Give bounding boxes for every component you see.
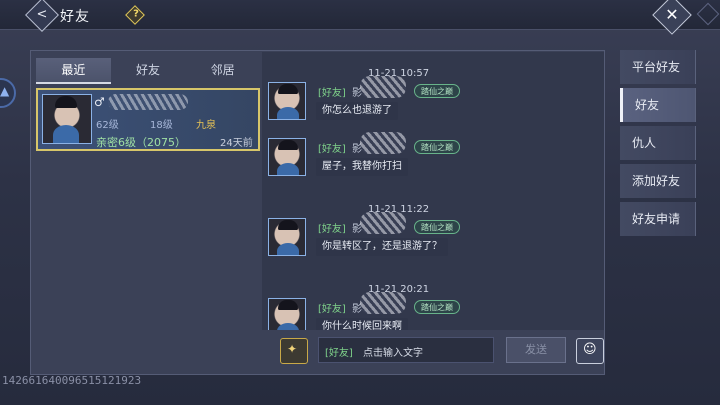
emoji-icon: ☺	[583, 342, 597, 357]
input-channel-tag: [好友]	[325, 348, 353, 359]
blurred-name	[360, 132, 406, 154]
quick-chat-button[interactable]: ✦	[280, 338, 308, 364]
blurred-name	[360, 212, 406, 234]
avatar[interactable]	[268, 138, 306, 176]
emoji-button[interactable]: ☺	[576, 338, 604, 364]
help-button[interactable]: ?	[125, 5, 145, 25]
message-channel-tag: [好友]	[318, 224, 346, 235]
message-text: 你怎么也退游了	[316, 102, 398, 120]
server-name: 九泉	[196, 120, 216, 131]
friends-screen: < 好友 ? ✕ ▲ 最近 好友 邻居 ♂ 62级 18级 九泉 亲密6级（20…	[0, 0, 720, 405]
user-id: 142661640096515121923	[2, 374, 142, 387]
secondary-level: 18级	[150, 120, 173, 131]
intimacy-level: 亲密6级（2075）	[96, 136, 186, 149]
menu-friend-requests[interactable]: 好友申请	[620, 202, 696, 236]
chat-message: 11-21 11:22 [好友] 影 踏仙之巅 你是转区了，还是退游了？	[268, 204, 598, 288]
title-badge: 踏仙之巅	[414, 300, 460, 314]
message-channel-tag: [好友]	[318, 144, 346, 155]
tab-neighbors[interactable]: 邻居	[185, 58, 260, 84]
last-seen: 24天前	[220, 138, 253, 149]
message-channel-tag: [好友]	[318, 304, 346, 315]
message-text: 你什么时候回来啊	[316, 318, 408, 330]
back-arrow-icon: <	[36, 7, 48, 22]
title-badge: 踏仙之巅	[414, 220, 460, 234]
message-text: 你是转区了，还是退游了？	[316, 238, 448, 256]
chat-message: 11-21 20:21 [好友] 影 踏仙之巅 你什么时候回来啊	[268, 284, 598, 330]
title-badge: 踏仙之巅	[414, 84, 460, 98]
menu-platform-friends[interactable]: 平台好友	[620, 50, 696, 84]
chat-history[interactable]: 11-21 10:57 [好友] 影 踏仙之巅 你怎么也退游了 [好友] 影 踏…	[262, 52, 604, 330]
avatar	[42, 94, 92, 144]
back-button[interactable]: <	[25, 0, 59, 32]
blurred-name	[360, 292, 406, 314]
close-button[interactable]: ✕	[652, 0, 692, 35]
menu-friends[interactable]: 好友	[620, 88, 696, 122]
player-level: 62级	[96, 120, 119, 131]
chat-message: [好友] 影 踏仙之巅 屋子，我替你打扫	[268, 132, 598, 208]
male-icon: ♂	[94, 95, 105, 109]
avatar[interactable]	[268, 298, 306, 330]
arrow-icon: ▲	[0, 84, 10, 98]
chat-input-bar: ✦ [好友] 点击输入文字 发送 ☺	[276, 334, 606, 368]
send-button[interactable]: 发送	[506, 337, 566, 363]
menu-add-friend[interactable]: 添加好友	[620, 164, 696, 198]
question-icon: ?	[133, 8, 139, 20]
chat-bubble-icon: ✦	[287, 342, 298, 356]
message-text: 屋子，我替你打扫	[316, 158, 408, 176]
menu-enemies[interactable]: 仇人	[620, 126, 696, 160]
avatar[interactable]	[268, 82, 306, 120]
tab-friends[interactable]: 好友	[111, 58, 186, 84]
page-title: 好友	[60, 9, 90, 25]
blurred-name	[360, 76, 406, 98]
friend-card[interactable]: ♂ 62级 18级 九泉 亲密6级（2075） 24天前	[36, 88, 260, 151]
tab-recent[interactable]: 最近	[36, 58, 111, 84]
blurred-name	[108, 94, 188, 110]
top-bar: < 好友 ? ✕	[0, 0, 720, 35]
input-placeholder: 点击输入文字	[363, 348, 423, 359]
list-tabs: 最近 好友 邻居	[36, 58, 260, 84]
title-badge: 踏仙之巅	[414, 140, 460, 154]
side-expand-button[interactable]: ▲	[0, 78, 16, 108]
chat-input[interactable]: [好友] 点击输入文字	[318, 337, 494, 363]
avatar[interactable]	[268, 218, 306, 256]
decorative-diamond	[696, 2, 720, 26]
message-channel-tag: [好友]	[318, 88, 346, 99]
close-icon: ✕	[665, 5, 679, 24]
